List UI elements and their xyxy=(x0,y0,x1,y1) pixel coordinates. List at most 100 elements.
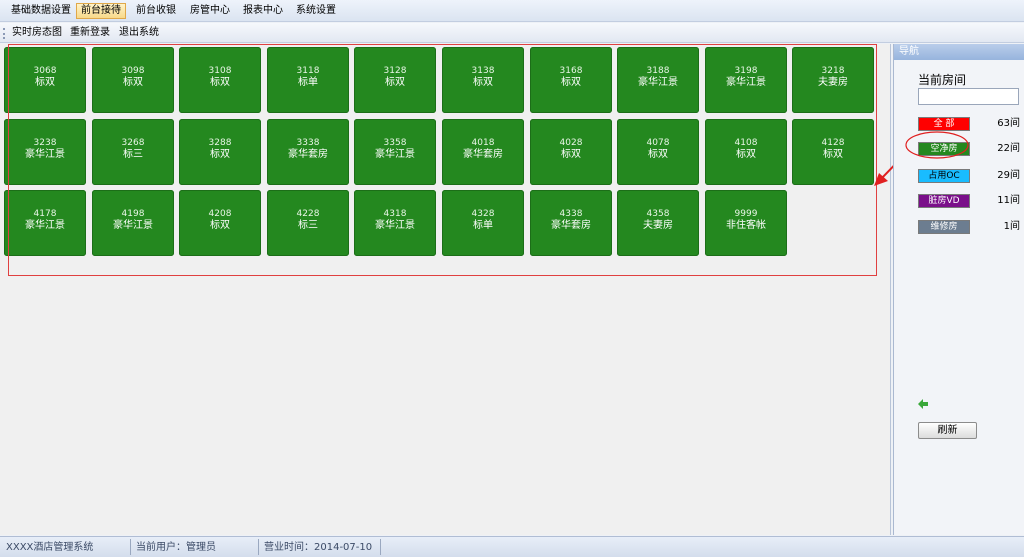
room-tile[interactable]: 9999 非住客帐 xyxy=(705,190,787,256)
room-tile[interactable]: 4328 标单 xyxy=(442,190,524,256)
room-number: 4318 xyxy=(383,209,407,219)
status-separator xyxy=(130,539,131,555)
room-number: 4198 xyxy=(121,209,145,219)
room-tile[interactable]: 3108 标双 xyxy=(179,47,261,113)
room-number: 4128 xyxy=(821,138,845,148)
room-type: 标双 xyxy=(210,149,230,160)
room-tile[interactable]: 4228 标三 xyxy=(267,190,349,256)
back-arrow-icon[interactable] xyxy=(917,398,929,410)
room-type: 标三 xyxy=(298,220,318,231)
room-type: 标单 xyxy=(298,77,318,88)
room-tile[interactable]: 3128 标双 xyxy=(354,47,436,113)
system-name-label: XXXX酒店管理系统 xyxy=(6,542,94,553)
room-number: 3118 xyxy=(296,66,320,76)
room-number: 3128 xyxy=(383,66,407,76)
room-number: 4208 xyxy=(208,209,232,219)
room-number: 3068 xyxy=(33,66,57,76)
filter-vacant-dirty-button[interactable]: 脏房VD xyxy=(918,194,970,208)
room-type: 非住客帐 xyxy=(726,220,766,231)
room-tile[interactable]: 4358 夫妻房 xyxy=(617,190,699,256)
room-status-panel: 3068 标双 3098 标双 3108 标双 3118 标单 3128 标双 3138 标双 3168… xyxy=(0,44,891,535)
current-user-label: 当前用户：管理员 xyxy=(136,542,216,553)
status-row-occupied: 占用OC 29间 xyxy=(918,169,1020,183)
room-tile[interactable]: 3118 标单 xyxy=(267,47,349,113)
room-type: 标双 xyxy=(648,149,668,160)
room-tile[interactable]: 4198 豪华江景 xyxy=(92,190,174,256)
room-type: 豪华江景 xyxy=(25,149,65,160)
filter-maintenance-button[interactable]: 维修房 xyxy=(918,220,970,234)
menu-cashier[interactable]: 前台收银 xyxy=(132,3,180,19)
status-separator xyxy=(258,539,259,555)
room-number: 4028 xyxy=(559,138,583,148)
room-number: 3108 xyxy=(208,66,232,76)
status-bar: XXXX酒店管理系统 当前用户：管理员 营业时间：2014-07-10 xyxy=(0,536,1024,557)
room-type: 夫妻房 xyxy=(643,220,673,231)
room-number: 3358 xyxy=(383,138,407,148)
room-number: 4078 xyxy=(646,138,670,148)
status-row-all: 全 部 63间 xyxy=(918,117,1020,131)
room-type: 豪华江景 xyxy=(638,77,678,88)
room-type: 标双 xyxy=(123,77,143,88)
room-tile[interactable]: 4018 豪华套房 xyxy=(442,119,524,185)
navigation-panel: 导航 当前房间 全 部 63间 空净房 22间 占用OC 29间 脏房VD 11… xyxy=(893,44,1024,535)
status-count-all: 63间 xyxy=(997,118,1020,129)
room-tile[interactable]: 3198 豪华江景 xyxy=(705,47,787,113)
nav-panel-title: 导航 xyxy=(894,44,1024,60)
room-number: 3168 xyxy=(559,66,583,76)
room-tile[interactable]: 3268 标三 xyxy=(92,119,174,185)
filter-vacant-clean-button[interactable]: 空净房 xyxy=(918,142,970,156)
room-tile[interactable]: 4178 豪华江景 xyxy=(4,190,86,256)
menu-front-desk[interactable]: 前台接待 xyxy=(76,3,126,19)
room-type: 标双 xyxy=(385,77,405,88)
room-number: 3238 xyxy=(33,138,57,148)
room-number: 4228 xyxy=(296,209,320,219)
relogin-button[interactable]: 重新登录 xyxy=(70,26,110,40)
menu-housekeeping[interactable]: 房管中心 xyxy=(186,3,234,19)
exit-system-button[interactable]: 退出系统 xyxy=(119,26,159,40)
status-count-maintenance: 1间 xyxy=(1003,221,1020,232)
menu-basic-data[interactable]: 基础数据设置 xyxy=(7,3,75,19)
room-type: 豪华江景 xyxy=(375,220,415,231)
room-tile[interactable]: 3188 豪华江景 xyxy=(617,47,699,113)
menu-bar: 基础数据设置 前台接待 前台收银 房管中心 报表中心 系统设置 xyxy=(0,0,1024,22)
menu-reports[interactable]: 报表中心 xyxy=(239,3,287,19)
room-tile[interactable]: 4338 豪华套房 xyxy=(530,190,612,256)
room-tile[interactable]: 4028 标双 xyxy=(530,119,612,185)
room-tile[interactable]: 3338 豪华套房 xyxy=(267,119,349,185)
room-tile[interactable]: 4108 标双 xyxy=(705,119,787,185)
toolbar-grip-handle[interactable] xyxy=(3,28,5,39)
room-tile[interactable]: 3358 豪华江景 xyxy=(354,119,436,185)
room-type: 标双 xyxy=(473,77,493,88)
room-tile[interactable]: 3098 标双 xyxy=(92,47,174,113)
room-type: 豪华套房 xyxy=(463,149,503,160)
room-type: 豪华套房 xyxy=(288,149,328,160)
menu-system-settings[interactable]: 系统设置 xyxy=(292,3,340,19)
room-number: 3338 xyxy=(296,138,320,148)
filter-occupied-button[interactable]: 占用OC xyxy=(918,169,970,183)
room-number: 4358 xyxy=(646,209,670,219)
nav-panel-body: 当前房间 全 部 63间 空净房 22间 占用OC 29间 脏房VD 11间 维… xyxy=(894,60,1024,535)
refresh-button[interactable]: 刷新 xyxy=(918,422,977,439)
room-tile[interactable]: 4078 标双 xyxy=(617,119,699,185)
room-tile[interactable]: 4128 标双 xyxy=(792,119,874,185)
room-tile[interactable]: 3218 夫妻房 xyxy=(792,47,874,113)
room-type: 标双 xyxy=(561,149,581,160)
room-tile[interactable]: 4208 标双 xyxy=(179,190,261,256)
room-tile[interactable]: 4318 豪华江景 xyxy=(354,190,436,256)
filter-all-button[interactable]: 全 部 xyxy=(918,117,970,131)
room-number: 3188 xyxy=(646,66,670,76)
room-tile[interactable]: 3168 标双 xyxy=(530,47,612,113)
room-number: 4328 xyxy=(471,209,495,219)
current-room-input[interactable] xyxy=(918,88,1019,105)
room-tile[interactable]: 3138 标双 xyxy=(442,47,524,113)
status-row-maintenance: 维修房 1间 xyxy=(918,220,1020,234)
room-type: 标双 xyxy=(35,77,55,88)
room-tile[interactable]: 3288 标双 xyxy=(179,119,261,185)
room-number: 4108 xyxy=(734,138,758,148)
room-status-map-button[interactable]: 实时房态图 xyxy=(12,26,62,40)
toolbar: 实时房态图 重新登录 退出系统 xyxy=(0,23,1024,43)
room-number: 4018 xyxy=(471,138,495,148)
room-number: 3218 xyxy=(821,66,845,76)
room-tile[interactable]: 3238 豪华江景 xyxy=(4,119,86,185)
room-tile[interactable]: 3068 标双 xyxy=(4,47,86,113)
